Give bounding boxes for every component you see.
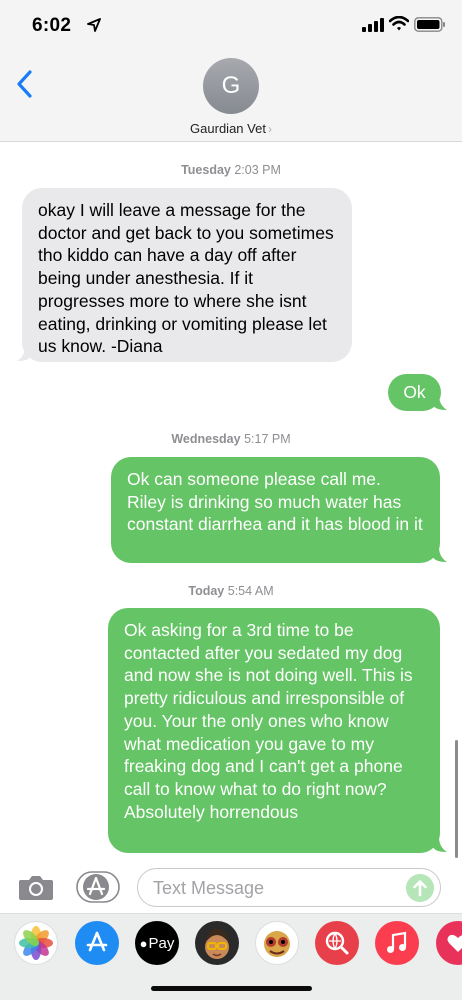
- timestamp: Wednesday 5:17 PM: [0, 432, 462, 446]
- home-indicator[interactable]: [151, 986, 312, 991]
- memoji-icon[interactable]: [195, 921, 239, 965]
- contact-avatar[interactable]: G: [203, 58, 259, 114]
- chevron-right-icon: ›: [267, 122, 272, 136]
- wifi-icon: [389, 16, 409, 31]
- apple-pay-label: Pay: [148, 934, 175, 952]
- battery-icon: [414, 17, 445, 32]
- message-input[interactable]: Text Message: [137, 868, 441, 907]
- outgoing-message-bubble[interactable]: Ok can someone please call me. Riley is …: [111, 457, 440, 563]
- imessage-app-drawer: ● Pay: [0, 913, 462, 1000]
- cellular-signal-icon: [362, 18, 384, 32]
- timestamp-day: Tuesday: [181, 163, 231, 177]
- outgoing-message-bubble[interactable]: Ok: [388, 374, 441, 411]
- message-text: okay I will leave a message for the doct…: [38, 200, 334, 357]
- message-input-placeholder: Text Message: [153, 878, 265, 898]
- back-chevron-icon[interactable]: [14, 68, 36, 100]
- timestamp-time: 2:03 PM: [234, 163, 281, 177]
- message-text: Ok: [403, 382, 426, 402]
- app-store-icon[interactable]: [75, 921, 119, 965]
- digital-touch-icon[interactable]: [436, 921, 462, 965]
- outgoing-message-bubble[interactable]: Ok asking for a 3rd time to be contacted…: [108, 608, 440, 853]
- timestamp-time: 5:17 PM: [244, 432, 291, 446]
- contact-name-button[interactable]: Gaurdian Vet ›: [0, 121, 462, 136]
- web-search-icon[interactable]: [315, 921, 359, 965]
- camera-icon[interactable]: [18, 873, 54, 901]
- animoji-icon[interactable]: [255, 921, 299, 965]
- conversation-header: 6:02 G Gaurdian Vet ›: [0, 0, 462, 142]
- timestamp-time: 5:54 AM: [227, 584, 274, 598]
- incoming-message-bubble[interactable]: okay I will leave a message for the doct…: [22, 188, 352, 362]
- timestamp-day: Wednesday: [171, 432, 241, 446]
- send-arrow-icon[interactable]: [406, 874, 434, 902]
- timestamp-day: Today: [188, 584, 225, 598]
- app-store-button-icon[interactable]: [76, 871, 120, 903]
- contact-name: Gaurdian Vet: [190, 121, 266, 136]
- photos-icon[interactable]: [14, 921, 58, 965]
- message-text: Ok can someone please call me. Riley is …: [127, 469, 423, 535]
- apple-pay-icon[interactable]: ● Pay: [135, 921, 179, 965]
- timestamp: Today 5:54 AM: [0, 584, 462, 598]
- timestamp: Tuesday 2:03 PM: [0, 163, 462, 177]
- location-arrow-icon: [87, 18, 101, 32]
- message-text: Ok asking for a 3rd time to be contacted…: [124, 620, 413, 822]
- music-icon[interactable]: [375, 921, 419, 965]
- avatar-initial: G: [221, 72, 241, 99]
- status-time: 6:02: [32, 15, 72, 36]
- scroll-indicator[interactable]: [455, 740, 458, 858]
